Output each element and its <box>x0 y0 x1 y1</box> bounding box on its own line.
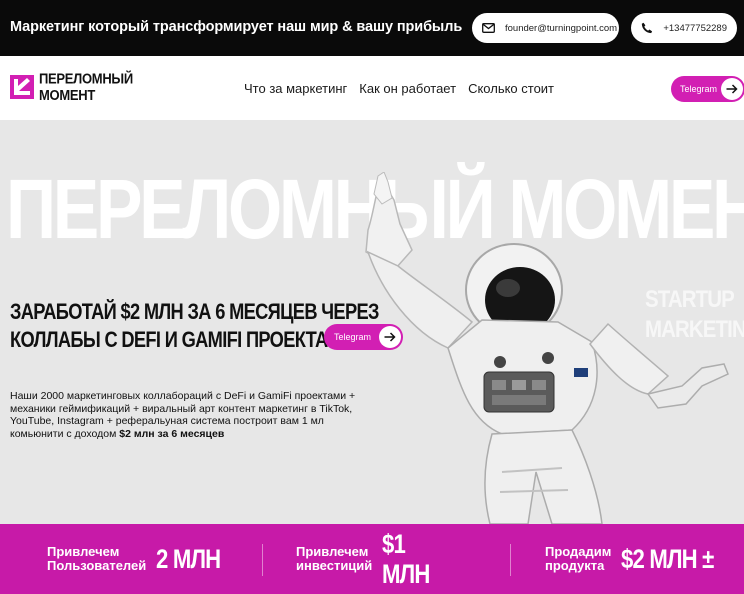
hero-title-line2: КОЛЛАБЫ С DEFI И GAMIFI ПРОЕКТАМИ <box>10 327 355 352</box>
hero-title: ЗАРАБОТАЙ $2 МЛН ЗА 6 МЕСЯЦЕВ ЧЕРЕЗ КОЛЛ… <box>10 298 379 354</box>
stat-users: Привлечем Пользователей 2 МЛН <box>47 524 235 594</box>
stat-users-label-line2: Пользователей <box>47 558 147 573</box>
stat-sales: Продадим продукта $2 МЛН ± <box>545 524 734 594</box>
hero-section: ПЕРЕЛОМНЫЙ МОМЕНТ STARTUP MARKETING ЗАРА… <box>0 120 744 524</box>
stat-users-label-line1: Привлечем <box>47 544 120 559</box>
stat-investment-label: Привлечем инвестиций <box>296 545 372 573</box>
arrow-right-icon <box>379 326 401 348</box>
stat-investment-value: $1 МЛН <box>382 529 430 589</box>
arrow-right-icon <box>721 78 743 100</box>
mail-icon <box>482 21 495 35</box>
hero-telegram-label: Telegram <box>334 332 372 342</box>
stat-investment-value-line2: МЛН <box>382 559 430 589</box>
nav-link-price[interactable]: Сколько стоит <box>468 81 554 96</box>
stat-investment-label-line1: Привлечем <box>296 544 369 559</box>
main-nav: ПЕРЕЛОМНЫЙ МОМЕНТ Что за маркетинг Как о… <box>0 56 744 120</box>
tagline: Маркетинг который трансформирует наш мир… <box>10 19 463 35</box>
nav-telegram-label: Telegram <box>680 84 718 94</box>
logo-text: ПЕРЕЛОМНЫЙ МОМЕНТ <box>39 71 133 104</box>
stat-investment-value-line1: $1 <box>382 529 406 559</box>
stat-sales-value: $2 МЛН ± <box>621 544 714 574</box>
top-bar: Маркетинг который трансформирует наш мир… <box>0 0 744 56</box>
hero-description: Наши 2000 маркетинговых коллабораций с D… <box>10 390 378 440</box>
logo[interactable]: ПЕРЕЛОМНЫЙ МОМЕНТ <box>10 71 133 104</box>
stats-bar: Привлечем Пользователей 2 МЛН Привлечем … <box>0 524 744 594</box>
nav-telegram-button[interactable]: Telegram <box>671 76 744 102</box>
stat-sales-label: Продадим продукта <box>545 545 611 573</box>
stat-sales-label-line2: продукта <box>545 558 605 573</box>
email-text: founder@turningpoint.com <box>505 22 618 34</box>
logo-line1: ПЕРЕЛОМНЫЙ <box>39 70 133 88</box>
phone-icon <box>641 21 653 35</box>
hero-telegram-button[interactable]: Telegram <box>324 324 403 350</box>
stat-sales-label-line1: Продадим <box>545 544 612 559</box>
stat-users-value: 2 МЛН <box>156 544 221 574</box>
hero-description-bold: $2 млн за 6 месяцев <box>119 427 225 440</box>
astronaut-illustration <box>365 172 729 524</box>
stat-investment-label-line2: инвестиций <box>296 558 373 573</box>
hero-title-line1: ЗАРАБОТАЙ $2 МЛН ЗА 6 МЕСЯЦЕВ ЧЕРЕЗ <box>10 299 379 324</box>
nav-links: Что за маркетинг Как он работает Сколько… <box>244 81 554 96</box>
nav-link-what[interactable]: Что за маркетинг <box>244 81 347 96</box>
logo-line2: МОМЕНТ <box>39 87 95 104</box>
phone-text: +13477752289 <box>663 22 727 34</box>
stat-investment: Привлечем инвестиций $1 МЛН <box>296 524 440 594</box>
logo-mark <box>10 75 34 99</box>
stat-users-label: Привлечем Пользователей <box>47 545 146 573</box>
stats-divider <box>510 544 511 576</box>
phone-pill[interactable]: +13477752289 <box>631 13 737 43</box>
email-pill[interactable]: founder@turningpoint.com <box>472 13 619 43</box>
nav-link-how[interactable]: Как он работает <box>359 81 456 96</box>
stats-divider <box>262 544 263 576</box>
